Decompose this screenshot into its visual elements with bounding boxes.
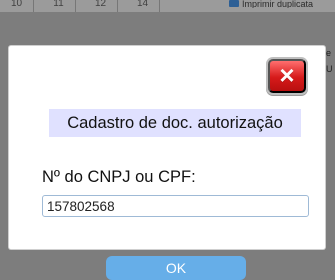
close-icon: × [279, 60, 295, 90]
background-tab: 10 [0, 0, 34, 12]
background-right-text: e U [326, 45, 335, 105]
background-tab: 12 [84, 0, 118, 12]
document-number-input[interactable] [42, 195, 309, 217]
dialog-title-box: Cadastro de doc. autorização [49, 109, 301, 137]
background-tabs: 10 11 12 14 [0, 0, 220, 12]
close-button[interactable]: × [268, 59, 306, 93]
background-checkbox [229, 0, 239, 7]
ok-button[interactable]: OK [106, 256, 246, 280]
dialog-title: Cadastro de doc. autorização [67, 113, 283, 132]
document-label: Nº do CNPJ ou CPF: [42, 168, 196, 186]
background-tab: 14 [126, 0, 160, 12]
document-authorization-dialog: × Cadastro de doc. autorização Nº do CNP… [9, 46, 325, 280]
background-tab: 11 [42, 0, 76, 12]
background-checkbox-label: Imprimir duplicata [242, 0, 314, 8]
background-right-text-line: e [326, 48, 332, 58]
background-right-text-line: U [326, 64, 333, 74]
